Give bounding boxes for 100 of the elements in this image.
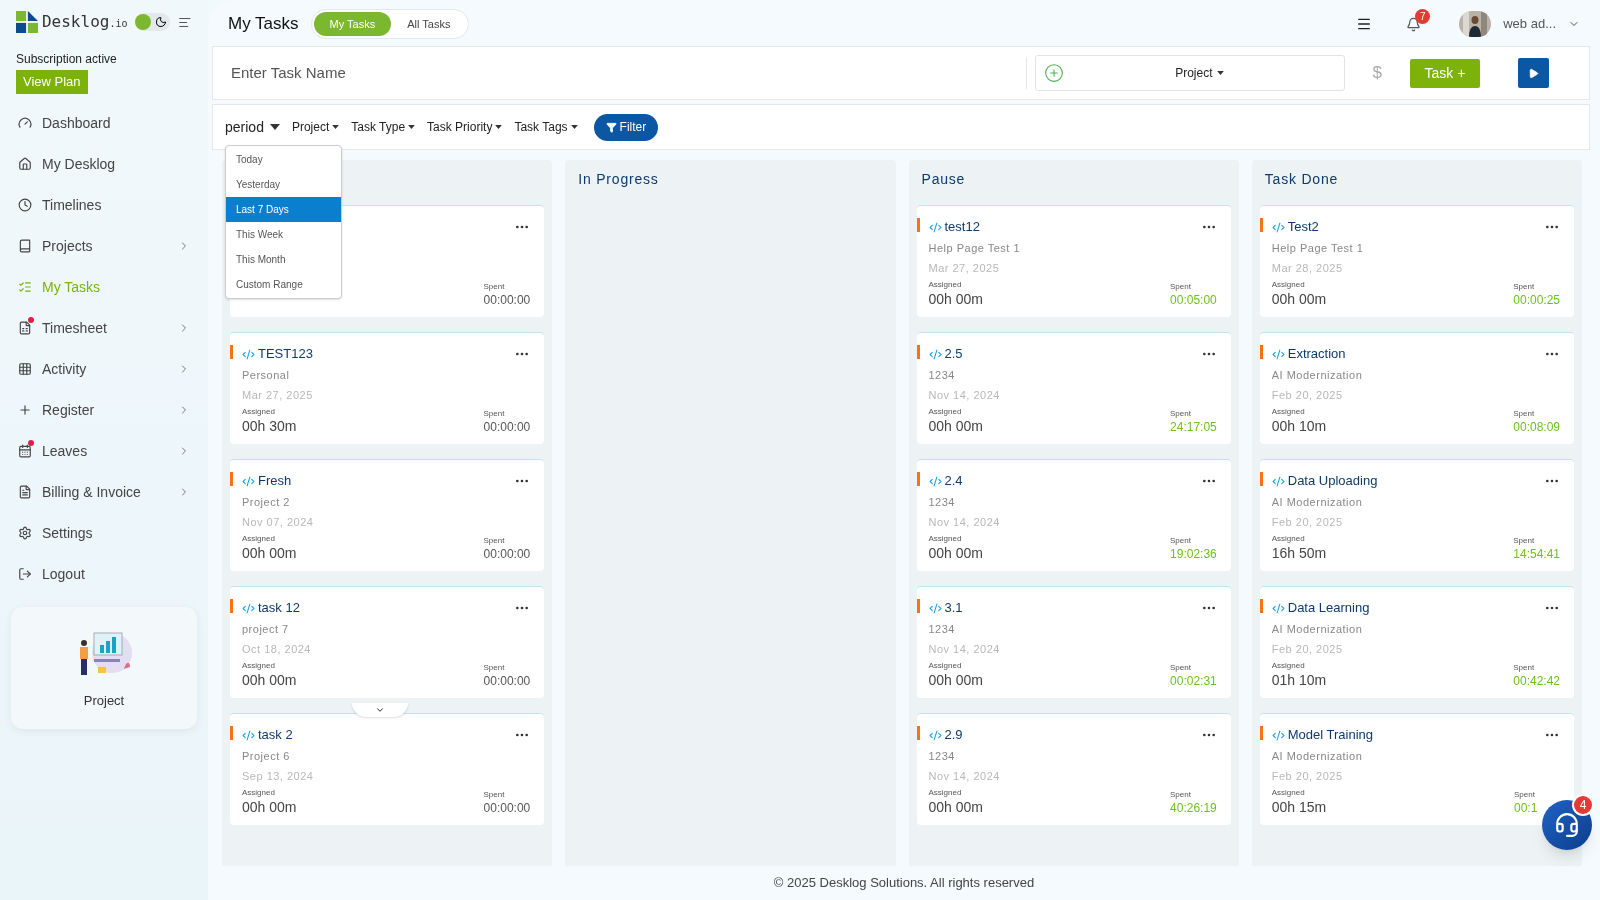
task-project: Help Page Test 1 [1271, 241, 1365, 256]
user-name[interactable]: web ad... [1503, 14, 1556, 34]
spent-time: 00:00:00 [483, 293, 531, 307]
task-date: Feb 20, 2025 [1271, 641, 1344, 657]
sidebar-item[interactable]: Timesheet [16, 307, 192, 349]
spent-time: 00:00:00 [483, 420, 531, 434]
task-name[interactable]: test12 [944, 217, 980, 237]
task-card[interactable]: task 2 Project 6 Sep 13, 2024 Assigned 00h 00m Spent 00:00:00 [230, 713, 545, 825]
task-card[interactable]: 3.1 1234 Nov 14, 2024 Assigned 00h 00m Spent 00:02:31 [916, 586, 1231, 698]
task-name[interactable]: Data Uploading [1287, 471, 1378, 491]
spent-label: Spent [1170, 662, 1191, 674]
task-name[interactable]: task 12 [258, 598, 300, 618]
sidebar-item[interactable]: Activity [16, 348, 192, 390]
project-select[interactable]: Project [1034, 55, 1345, 91]
task-name-input[interactable]: Enter Task Name [231, 61, 1018, 85]
task-project: AI Modernization [1271, 749, 1364, 764]
spent-label: Spent [1170, 535, 1191, 547]
assigned-time: 00h 00m [928, 545, 983, 561]
task-name[interactable]: 2.5 [944, 344, 963, 364]
sidebar-item[interactable]: Register [16, 389, 192, 431]
task-date: Nov 14, 2024 [928, 514, 1001, 530]
assigned-time: 00h 00m [242, 545, 297, 561]
task-card[interactable]: 2.5 1234 Nov 14, 2024 Assigned 00h 00m Spent 24:17:05 [916, 332, 1231, 444]
spent-label: Spent [1513, 408, 1535, 420]
spent-label: Spent [483, 535, 505, 547]
assigned-time: 00h 00m [242, 672, 297, 688]
assigned-label: Assigned [242, 787, 276, 799]
filter-dropdown[interactable]: Task Priority [427, 118, 503, 136]
assigned-time: 00h 00m [928, 799, 983, 815]
notification-badge: 7 [1415, 8, 1431, 24]
task-card[interactable]: task 12 project 7 Oct 18, 2024 Assigned 00h 00m Spent 00:00:00 [230, 586, 545, 698]
assigned-time: 00h 00m [1271, 291, 1327, 307]
assigned-time: 01h 10m [1271, 672, 1327, 688]
assigned-time: 16h 50m [1271, 545, 1327, 561]
task-card[interactable]: 2.4 1234 Nov 14, 2024 Assigned 00h 00m Spent 19:02:36 [916, 459, 1231, 571]
spent-label: Spent [1170, 281, 1191, 293]
task-name[interactable]: Test2 [1287, 217, 1319, 237]
spent-label: Spent [483, 408, 505, 420]
assigned-time: 00h 00m [242, 799, 297, 815]
column-title: Pause [921, 170, 966, 189]
task-name[interactable]: Fresh [258, 471, 292, 491]
promo-card[interactable]: Project [11, 606, 197, 729]
sidebar-item[interactable]: Leaves [16, 430, 192, 472]
spent-time: 19:02:36 [1170, 547, 1217, 561]
task-card[interactable]: TEST123 Personal Mar 27, 2025 Assigned 00h 30m Spent 00:00:00 [230, 332, 545, 444]
spent-label: Spent [483, 789, 505, 801]
subscription-status: Subscription active [16, 51, 118, 68]
sidebar-item[interactable]: Billing & Invoice [16, 471, 192, 513]
task-card[interactable]: Data Uploading AI Modernization Feb 20, 2025 Assigned 16h 50m Spent 14:54:41 [1259, 459, 1574, 571]
task-date: Mar 28, 2025 [1271, 260, 1344, 276]
spent-label: Spent [483, 662, 505, 674]
assigned-label: Assigned [928, 660, 963, 672]
assigned-label: Assigned [1271, 533, 1306, 545]
filter-dropdown[interactable]: Project [291, 118, 340, 136]
task-card[interactable]: Data Learning AI Modernization Feb 20, 2025 Assigned 01h 10m Spent 00:42:42 [1259, 586, 1574, 698]
assigned-label: Assigned [928, 406, 963, 418]
spent-time: 40:26:19 [1170, 801, 1217, 815]
task-name[interactable]: task 2 [258, 725, 293, 745]
task-project: AI Modernization [1271, 622, 1364, 637]
sidebar-item[interactable]: Logout [16, 553, 192, 595]
task-name[interactable]: 2.4 [944, 471, 963, 491]
task-card[interactable]: Test2 Help Page Test 1 Mar 28, 2025 Assigned 00h 00m Spent 00:00:25 [1259, 205, 1574, 317]
sidebar-item[interactable]: My Desklog [16, 143, 192, 185]
task-card[interactable]: Fresh Project 2 Nov 07, 2024 Assigned 00h 00m Spent 00:00:00 [230, 459, 545, 571]
task-date: Nov 14, 2024 [928, 387, 1001, 403]
task-card[interactable]: Extraction AI Modernization Feb 20, 2025 Assigned 00h 10m Spent 00:08:09 [1259, 332, 1574, 444]
sidebar-item[interactable]: Timelines [16, 184, 192, 226]
filter-dropdown[interactable]: Task Type [351, 118, 416, 136]
task-name[interactable]: Model Training [1287, 725, 1374, 745]
assigned-label: Assigned [1271, 660, 1306, 672]
spent-time: 00:08:09 [1513, 420, 1560, 434]
assigned-time: 00h 30m [242, 418, 297, 434]
task-card[interactable]: Model Training AI Modernization Feb 20, 2025 Assigned 00h 15m Spent 00:1 [1259, 713, 1574, 825]
task-date: Oct 18, 2024 [242, 641, 312, 657]
sidebar-item[interactable]: Dashboard [16, 102, 192, 144]
assigned-label: Assigned [1271, 279, 1306, 291]
task-name[interactable]: TEST123 [258, 344, 313, 364]
assigned-label: Assigned [928, 279, 963, 291]
period-option[interactable]: Last 7 Days [226, 197, 341, 222]
task-project: AI Modernization [1271, 495, 1364, 510]
period-option[interactable]: Today [226, 147, 341, 172]
spent-label: Spent [1170, 408, 1191, 420]
sidebar-item[interactable]: Projects [16, 225, 192, 267]
task-card[interactable]: 2.9 1234 Nov 14, 2024 Assigned 00h 00m Spent 40:26:19 [916, 713, 1231, 825]
sidebar-item[interactable]: Settings [16, 512, 192, 554]
task-project: Project 6 [242, 749, 291, 764]
assigned-label: Assigned [242, 660, 276, 672]
task-name[interactable]: 3.1 [944, 598, 963, 618]
task-card[interactable]: test12 Help Page Test 1 Mar 27, 2025 Assigned 00h 00m Spent 00:05:00 [916, 205, 1231, 317]
filter-button[interactable]: Filter [593, 113, 659, 141]
task-date: Feb 20, 2025 [1271, 514, 1344, 530]
period-dropdown[interactable]: period [225, 116, 280, 138]
scope-tab[interactable]: All Tasks [391, 11, 467, 37]
spent-label: Spent [1513, 281, 1535, 293]
task-name[interactable]: Data Learning [1287, 598, 1370, 618]
task-name[interactable]: Extraction [1287, 344, 1346, 364]
period-option[interactable]: Yesterday [226, 172, 341, 197]
assigned-time: 00h 00m [928, 672, 983, 688]
task-name[interactable]: 2.9 [944, 725, 963, 745]
filter-dropdown[interactable]: Task Tags [514, 118, 578, 136]
